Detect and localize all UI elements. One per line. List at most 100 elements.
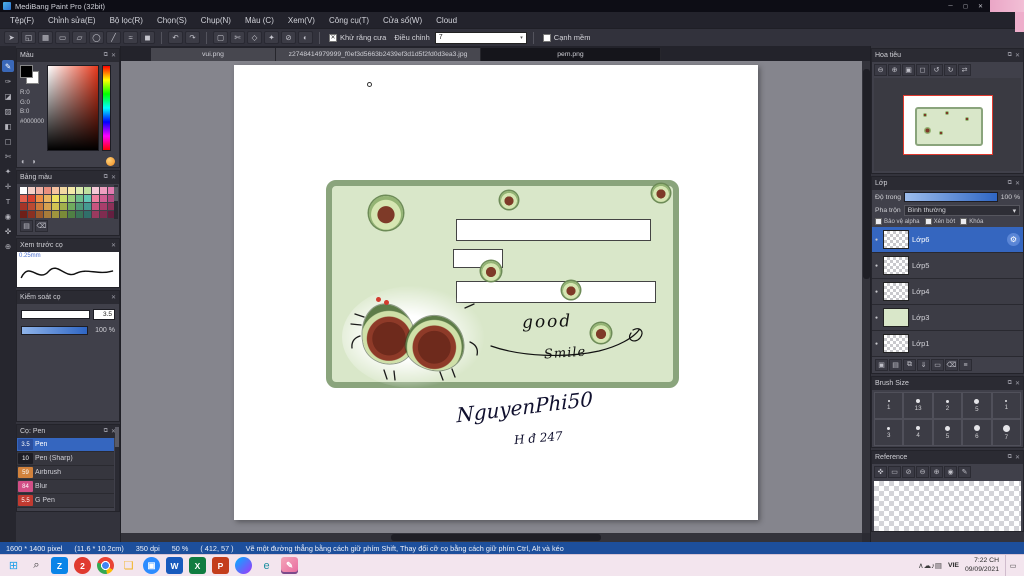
close-icon[interactable]: ✕ [1015,380,1020,387]
close-icon[interactable]: ✕ [1015,52,1020,59]
select-poly-icon[interactable]: ◇ [247,31,262,44]
chrome-icon[interactable] [97,557,114,574]
hand-icon[interactable]: ✜ [874,466,887,478]
fit-view-icon[interactable]: ▣ [902,64,915,76]
shape-ellipse-icon[interactable]: ◯ [89,31,104,44]
layer-visibility-dot[interactable]: ● [875,263,880,269]
move-tool[interactable]: ✛ [2,180,14,192]
taskbar-clock[interactable]: 7:22 CH 09/09/2021 [965,557,999,575]
reference-content-area[interactable] [874,481,1021,531]
canvas-viewport[interactable]: good Smile NguyenPhi50 H đ 247 [121,61,862,533]
rotate-right-icon[interactable]: ↻ [944,64,957,76]
notification-center-icon[interactable]: ▭ [1005,555,1020,576]
network-icon[interactable]: ▤ [935,561,942,570]
palette-swatch[interactable] [52,211,59,218]
zoom-tool[interactable]: ⊕ [2,240,14,252]
layer-menu-icon[interactable]: ≡ [959,359,972,371]
magic-wand-tool[interactable]: ✦ [2,165,14,177]
select-lasso-icon[interactable]: ✄ [230,31,245,44]
palette-swatch[interactable] [100,211,107,218]
pen-tool[interactable]: ✎ [2,60,14,72]
color-wheel-icon[interactable] [106,157,115,166]
maximize-button[interactable]: ◻ [958,0,973,12]
close-icon[interactable]: ✕ [1015,454,1020,461]
palette-swatch[interactable] [20,203,27,210]
palette-swatch[interactable] [60,211,67,218]
notification-badge-icon[interactable]: 2 [74,557,91,574]
medibang-icon[interactable]: ✎ [281,557,298,574]
horizontal-scrollbar[interactable] [121,533,862,542]
brush-size-cell[interactable]: 5 [932,419,963,446]
merge-down-icon[interactable]: ⇓ [917,359,930,371]
lock-checkbox[interactable]: Khóa [960,218,983,225]
hand-tool[interactable]: ✜ [2,225,14,237]
file-explorer-icon[interactable]: ❏ [120,557,137,574]
popout-icon[interactable]: ⧉ [1008,180,1012,187]
close-icon[interactable]: ✕ [111,174,116,181]
deselect-icon[interactable]: ⊘ [281,31,296,44]
palette-swatch[interactable] [60,187,67,194]
close-icon[interactable]: ✕ [111,242,116,249]
add-folder-icon[interactable]: ▤ [889,359,902,371]
zoom-in-icon[interactable]: ⊕ [888,64,901,76]
palette-swatch[interactable] [36,203,43,210]
saturation-value-picker[interactable] [47,65,99,151]
grid-icon[interactable]: ▦ [38,31,53,44]
cloud-icon[interactable]: ☁ [924,561,932,570]
document-tab[interactable]: vui.png [151,48,276,61]
brush-size-cell[interactable]: 7 [991,419,1021,446]
palette-swatch[interactable] [28,195,35,202]
language-indicator[interactable]: VIE [948,562,959,569]
document-tab[interactable]: pem.png [481,48,661,61]
brush-size-cell[interactable]: 13 [903,392,933,419]
palette-list-icon[interactable]: ▤ [20,220,33,232]
popout-icon[interactable]: ⧉ [104,52,108,59]
document-tab[interactable]: z2748414979999_f0ef3d5663b2439ef3d1d5f2f… [276,48,481,61]
navigator-preview[interactable] [874,78,1021,171]
palette-swatch[interactable] [100,203,107,210]
menu-item[interactable]: Bộ lọc(R) [103,12,150,28]
palette-swatch[interactable] [52,203,59,210]
layer-visibility-dot[interactable]: ● [875,289,880,295]
brush-size-cell[interactable]: 6 [962,419,992,446]
brush-size-cell[interactable]: 1 [874,392,904,419]
text-tool[interactable]: T [2,195,14,207]
palette-swatch[interactable] [28,187,35,194]
reset-view-icon[interactable]: ⇄ [958,64,971,76]
alpha-protect-checkbox[interactable]: Bảo vệ alpha [875,218,920,225]
palette-swatch[interactable] [68,211,75,218]
layer-visibility-dot[interactable]: ● [875,315,880,321]
gradient-tool[interactable]: ◧ [2,120,14,132]
palette-swatch[interactable] [100,187,107,194]
palette-swatch[interactable] [92,195,99,202]
brush-list-scrollbar[interactable] [115,425,119,511]
zoom-out-icon[interactable]: ⊖ [916,466,929,478]
palette-swatch[interactable] [60,195,67,202]
palette-swatch[interactable] [60,203,67,210]
select-rect-icon[interactable]: ▢ [213,31,228,44]
excel-icon[interactable]: X [189,557,206,574]
close-icon[interactable]: ✕ [111,52,116,59]
layer-row[interactable]: ● Lớp1 [872,331,1023,357]
layer-row[interactable]: ● Lớp4 [872,279,1023,305]
redo-icon[interactable]: ↷ [185,31,200,44]
brush-size-cell[interactable]: 5 [962,392,992,419]
brush-tool[interactable]: ✑ [2,75,14,87]
edge-icon[interactable]: e [258,557,275,574]
layer-opacity-slider[interactable] [904,192,998,202]
brush-size-value[interactable]: 3.5 [93,309,115,320]
palette-swatch[interactable] [28,211,35,218]
brush-size-cell[interactable]: 2 [932,392,963,419]
horizontal-scroll-thumb[interactable] [391,534,601,541]
close-button[interactable]: ✕ [973,0,988,12]
palette-swatch[interactable] [92,187,99,194]
blend-mode-select[interactable]: Bình thường ▾ [903,205,1020,216]
delete-layer-icon[interactable]: ⌫ [945,359,958,371]
brush-size-cell[interactable]: 1 [991,392,1021,419]
menu-item[interactable]: Xem(V) [281,12,322,28]
zalo-icon[interactable]: Z [51,557,68,574]
palette-swatch[interactable] [68,203,75,210]
add-layer-icon[interactable]: ▣ [875,359,888,371]
palette-swatch[interactable] [76,203,83,210]
palette-swatch[interactable] [52,187,59,194]
